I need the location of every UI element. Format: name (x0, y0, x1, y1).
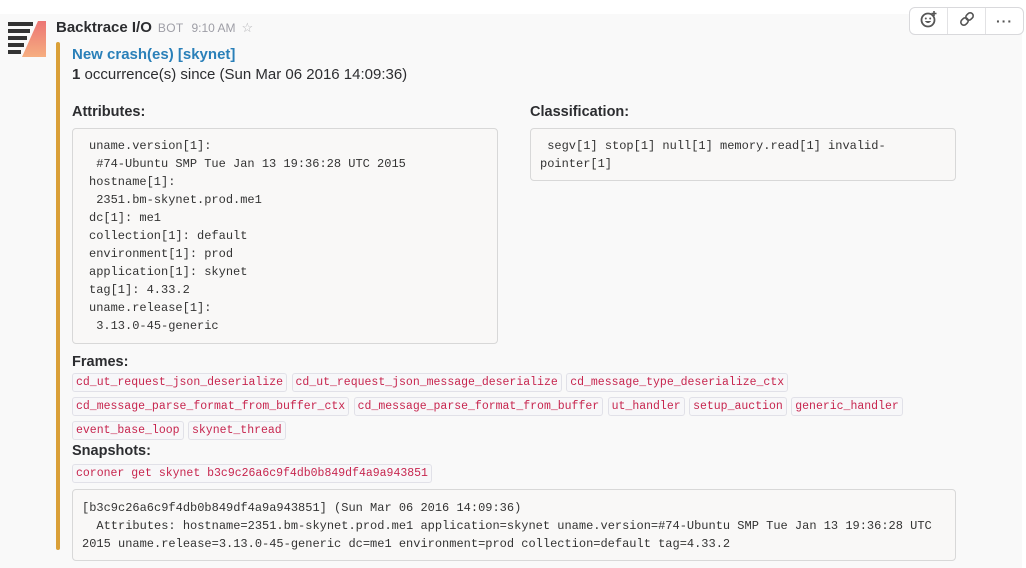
snapshot-detail-block: [b3c9c26a6c9f4db0b849df4a9a943851] (Sun … (72, 489, 956, 561)
frame-tag: cd_ut_request_json_message_deserialize (291, 373, 562, 392)
classification-label: Classification: (530, 104, 630, 120)
occurrence-since: occurrence(s) since (Sun Mar 06 2016 14:… (80, 66, 408, 83)
frame-tag: cd_message_parse_format_from_buffer (353, 397, 604, 416)
backtrace-logo-avatar[interactable] (8, 19, 46, 57)
frames-label: Frames: (72, 354, 129, 370)
frames-list: cd_ut_request_json_deserialize cd_ut_req… (72, 372, 932, 444)
more-icon: ··· (996, 13, 1013, 29)
message-actions: ··· (909, 7, 1024, 35)
sender-name[interactable]: Backtrace I/O (56, 19, 152, 36)
occurrence-summary: 1 occurrence(s) since (Sun Mar 06 2016 1… (72, 66, 972, 84)
bot-badge: BOT (157, 21, 184, 35)
attachment-color-bar (56, 42, 60, 550)
add-reaction-icon (920, 10, 938, 33)
snapshot-command: coroner get skynet b3c9c26a6c9f4db0b849d… (72, 464, 432, 483)
frame-tag: generic_handler (791, 397, 903, 416)
attachment-title-link[interactable]: New crash(es) [skynet] (72, 44, 235, 66)
frame-tag: ut_handler (607, 397, 685, 416)
frame-tag: event_base_loop (72, 421, 184, 440)
crash-attachment: New crash(es) [skynet] 1 occurrence(s) s… (56, 42, 976, 561)
frame-tag: cd_message_type_deserialize_ctx (566, 373, 789, 392)
classification-block: segv[1] stop[1] null[1] memory.read[1] i… (530, 128, 956, 181)
frame-tag: skynet_thread (187, 421, 286, 440)
add-reaction-button[interactable] (910, 8, 948, 34)
more-actions-button[interactable]: ··· (986, 8, 1023, 34)
link-icon (958, 10, 976, 33)
message-timestamp[interactable]: 9:10 AM (191, 21, 235, 35)
copy-link-button[interactable] (948, 8, 986, 34)
message-header: Backtrace I/O BOT 9:10 AM ☆ (56, 19, 253, 41)
frame-tag: setup_auction (689, 397, 787, 416)
attributes-label: Attributes: (72, 104, 146, 120)
star-icon[interactable]: ☆ (242, 20, 254, 36)
attributes-block: uname.version[1]: #74-Ubuntu SMP Tue Jan… (72, 128, 498, 344)
frame-tag: cd_ut_request_json_deserialize (72, 373, 288, 392)
snapshots-label: Snapshots: (72, 443, 151, 459)
frame-tag: cd_message_parse_format_from_buffer_ctx (72, 397, 350, 416)
chat-message: Backtrace I/O BOT 9:10 AM ☆ ··· New cras… (0, 7, 1024, 568)
